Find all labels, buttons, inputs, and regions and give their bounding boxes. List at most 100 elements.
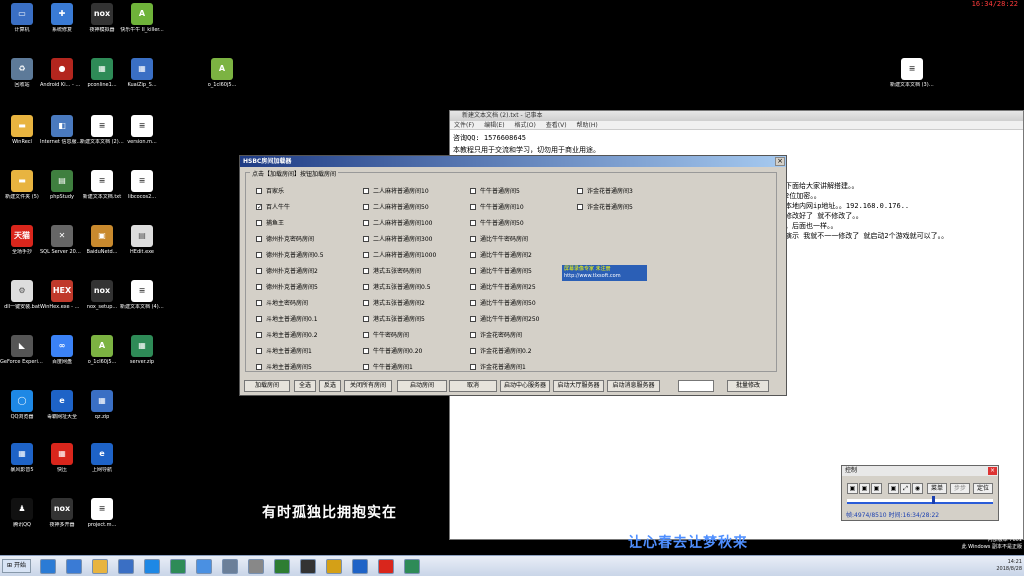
room-checkbox[interactable]: 通比牛牛普通房间2	[470, 250, 532, 259]
checkbox-empty-icon[interactable]	[256, 331, 262, 338]
menu-edit[interactable]: 编辑(E)	[484, 122, 504, 129]
menu-format[interactable]: 格式(O)	[514, 122, 535, 129]
room-checkbox[interactable]: 二人麻将普通房间10	[363, 186, 429, 195]
room-checkbox[interactable]: 通比牛牛密码房间	[470, 234, 528, 243]
desktop-icon[interactable]: ✕ SQL Server 2014 Ma...	[40, 225, 84, 255]
room-checkbox[interactable]: 牛牛普通房间50	[470, 218, 524, 227]
checkbox-empty-icon[interactable]	[470, 187, 476, 194]
checkbox-empty-icon[interactable]	[256, 347, 262, 354]
room-checkbox[interactable]: 斗地主普通房间0.1	[256, 314, 318, 323]
room-checkbox[interactable]: 港式五张普通房间0.5	[363, 282, 431, 291]
progress-thumb[interactable]	[931, 496, 935, 504]
room-checkbox[interactable]: 百家乐	[256, 186, 284, 195]
desktop-icon[interactable]: e 上网导航	[80, 443, 124, 473]
checkbox-empty-icon[interactable]	[470, 363, 476, 370]
room-checkbox[interactable]: 二人麻将普通房间300	[363, 234, 432, 243]
checkbox-empty-icon[interactable]	[363, 203, 369, 210]
checkbox-empty-icon[interactable]	[470, 315, 476, 322]
start-lobby-server-button[interactable]: 启动大厅服务器	[553, 380, 604, 392]
room-checkbox[interactable]: 二人麻将普通房间1000	[363, 250, 436, 259]
desktop-icon[interactable]: ≡ project.m...	[80, 498, 124, 528]
locate-button[interactable]: 定位	[973, 483, 993, 494]
checkbox-empty-icon[interactable]	[470, 267, 476, 274]
checkbox-empty-icon[interactable]	[363, 187, 369, 194]
notepad-text-area[interactable]: 咨询QQ: 1576608645 本教程只用于交流和学习，切勿用于商业用途。	[450, 130, 1023, 158]
desktop-icon[interactable]: ≡ libcocos2...	[120, 170, 164, 200]
room-checkbox[interactable]: 港式五张密码房间	[363, 266, 421, 275]
room-checkbox[interactable]: 通比牛牛普通房间25	[470, 282, 536, 291]
desktop-icon[interactable]: ◧ Internet 信息服务 (I...	[40, 115, 84, 145]
desktop-icon[interactable]: ▦ 暴风影音5	[0, 443, 44, 473]
menu-button[interactable]: 菜单	[927, 483, 947, 494]
desktop-icon[interactable]: ▦ 快压	[40, 443, 84, 473]
cancel-button[interactable]: 取消	[449, 380, 497, 392]
room-checkbox[interactable]: 斗地主普通房间0.2	[256, 330, 318, 339]
checkbox-empty-icon[interactable]	[363, 347, 369, 354]
close-all-rooms-button[interactable]: 关闭所有房间	[344, 380, 392, 392]
desktop-icon[interactable]: ▦ server.zip	[120, 335, 164, 365]
desktop-icon[interactable]: ♟ 腾讯QQ	[0, 498, 44, 528]
menu-view[interactable]: 查看(V)	[546, 122, 567, 129]
checkbox-empty-icon[interactable]	[363, 283, 369, 290]
room-checkbox[interactable]: 牛牛密码房间	[363, 330, 409, 339]
desktop-icon[interactable]: ≡ 新建文本文档 (3).txt	[890, 58, 934, 88]
desktop-icon[interactable]: ≡ version.m...	[120, 115, 164, 145]
menu-help[interactable]: 帮助(H)	[577, 122, 598, 129]
app-icon[interactable]	[300, 559, 316, 574]
desktop-icon[interactable]: HEX WinHex.exe - 快捷方式	[40, 280, 84, 310]
desktop-icon[interactable]: A 快乐牛牛 II_killer...	[120, 3, 164, 33]
tool-icon[interactable]	[222, 559, 238, 574]
checkbox-empty-icon[interactable]	[470, 235, 476, 242]
room-checkbox[interactable]: 德州扑克普通房间0.5	[256, 250, 324, 259]
desktop-icon[interactable]: Ao_1cl60j5...	[80, 335, 124, 365]
room-checkbox[interactable]: 斗地主密码房间	[256, 298, 308, 307]
batch-modify-button[interactable]: 批量修改	[727, 380, 769, 392]
checkbox-empty-icon[interactable]	[363, 315, 369, 322]
room-checkbox[interactable]: 二人麻将普通房间50	[363, 202, 429, 211]
desktop-icon[interactable]: Ao_1cl60j5...	[200, 58, 244, 88]
close-icon[interactable]: ×	[988, 467, 997, 475]
room-checkbox[interactable]: 诈金花普通房间3	[577, 186, 633, 195]
desktop-icon[interactable]: nox 夜神模拟器	[80, 3, 124, 33]
room-checkbox[interactable]: 通比牛牛普通房间250	[470, 314, 539, 323]
desktop-icon[interactable]: ✚ 系统修复	[40, 3, 84, 33]
checkbox-empty-icon[interactable]	[256, 363, 262, 370]
notepad-icon[interactable]	[404, 559, 420, 574]
room-checkbox[interactable]: 牛牛普通房间10	[470, 202, 524, 211]
checkbox-empty-icon[interactable]	[470, 219, 476, 226]
cloud-icon[interactable]	[196, 559, 212, 574]
record-icon[interactable]: ◉	[912, 483, 923, 494]
checkbox-empty-icon[interactable]	[256, 219, 262, 226]
room-checkbox[interactable]: 诈金花密码房间	[470, 330, 522, 339]
desktop-icon[interactable]: ● Android Ki... - 快捷方式	[40, 58, 84, 88]
play-icon[interactable]: ▣	[871, 483, 882, 494]
room-checkbox[interactable]: 斗地主普通房间1	[256, 346, 312, 355]
checkbox-empty-icon[interactable]	[363, 331, 369, 338]
checkbox-empty-icon[interactable]	[470, 283, 476, 290]
system-clock[interactable]: 14:21 2018/8/28	[996, 559, 1022, 573]
checkbox-empty-icon[interactable]	[363, 267, 369, 274]
prev-frame-icon[interactable]: ▣	[859, 483, 870, 494]
room-checkbox[interactable]: 捕鱼王	[256, 218, 284, 227]
checkbox-empty-icon[interactable]	[363, 363, 369, 370]
start-center-server-button[interactable]: 启动中心服务器	[500, 380, 550, 392]
checkbox-empty-icon[interactable]	[256, 235, 262, 242]
server-icon[interactable]	[170, 559, 186, 574]
app-icon[interactable]	[274, 559, 290, 574]
menu-file[interactable]: 文件(F)	[454, 122, 474, 129]
checkbox-empty-icon[interactable]	[470, 331, 476, 338]
desktop-icon[interactable]: ∞ 百度网盘	[40, 335, 84, 365]
checkbox-empty-icon[interactable]	[363, 251, 369, 258]
first-frame-icon[interactable]: ▣	[847, 483, 858, 494]
checkbox-empty-icon[interactable]	[256, 187, 262, 194]
desktop-icon[interactable]: ▬ WinRecl	[0, 115, 44, 145]
room-checkbox[interactable]: 牛牛普通房间0.20	[363, 346, 422, 355]
room-checkbox[interactable]: 德州扑克普通房间2	[256, 266, 318, 275]
desktop-icon[interactable]: ⚙ dll一键安装.bat	[0, 280, 44, 310]
checkbox-empty-icon[interactable]	[363, 219, 369, 226]
close-icon[interactable]: ×	[775, 157, 785, 166]
progress-track[interactable]	[847, 496, 993, 504]
desktop-icon[interactable]: ▤ HEdit.exe	[120, 225, 164, 255]
edge-icon[interactable]	[66, 559, 82, 574]
desktop-icon[interactable]: ▦ qz.zip	[80, 390, 124, 420]
